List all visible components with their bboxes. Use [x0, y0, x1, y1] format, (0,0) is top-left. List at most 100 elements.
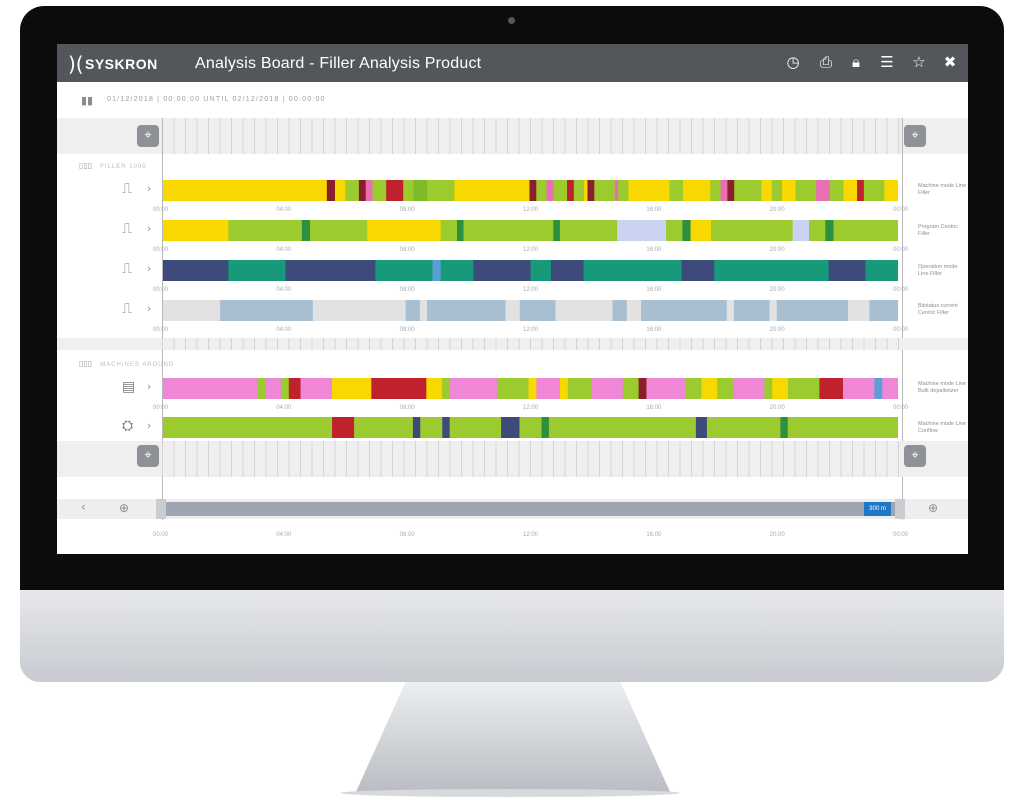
timeline-segment[interactable] — [559, 220, 618, 241]
timeline-segment[interactable] — [163, 378, 258, 399]
timeline-segment[interactable] — [787, 378, 820, 399]
timeline-segment[interactable] — [228, 260, 286, 281]
timeline-segment[interactable] — [669, 180, 684, 201]
timeline-ruler-top[interactable] — [57, 118, 968, 154]
timeline-segment[interactable] — [772, 378, 789, 399]
chevron-right-icon[interactable]: › — [147, 380, 151, 393]
chevron-right-icon[interactable]: › — [147, 222, 151, 235]
timeline-segment[interactable] — [419, 300, 428, 321]
timeline-track-operation-mode[interactable] — [163, 260, 898, 281]
timeline-segment[interactable] — [771, 180, 783, 201]
timeline-segment[interactable] — [638, 378, 647, 399]
timeline-segment[interactable] — [769, 300, 778, 321]
timeline-segment[interactable] — [701, 378, 718, 399]
timeline-segment[interactable] — [776, 300, 849, 321]
timeline-segment[interactable] — [819, 378, 844, 399]
chevron-right-icon[interactable]: › — [147, 302, 151, 315]
timeline-segment[interactable] — [536, 378, 561, 399]
chevron-right-icon[interactable]: › — [147, 419, 151, 432]
timeline-segment[interactable] — [792, 220, 810, 241]
timeline-segment[interactable] — [884, 180, 898, 201]
timeline-segment[interactable] — [530, 260, 552, 281]
timeline-track-machine-mode-filler[interactable] — [163, 180, 898, 201]
timeline-segment[interactable] — [583, 260, 682, 281]
timeline-segment[interactable] — [641, 300, 728, 321]
timeline-track-bitstatus[interactable] — [163, 300, 898, 321]
range-start-handle-bottom[interactable]: ⌖ — [137, 445, 159, 467]
timeline-segment[interactable] — [622, 378, 639, 399]
timeline-segment[interactable] — [163, 300, 221, 321]
timeline-segment[interactable] — [695, 417, 708, 438]
timeline-segment[interactable] — [548, 417, 697, 438]
timeline-segment[interactable] — [617, 220, 667, 241]
range-start-handle[interactable]: ⌖ — [137, 125, 159, 147]
timeline-segment[interactable] — [618, 180, 629, 201]
timeline-segment[interactable] — [726, 300, 735, 321]
timeline-segment[interactable] — [555, 300, 613, 321]
timeline-segment[interactable] — [497, 378, 529, 399]
zoom-in-right-button[interactable]: ⊕ — [928, 501, 938, 515]
timeline-segment[interactable] — [732, 378, 765, 399]
timeline-track-bulk-depalletizer[interactable] — [163, 378, 898, 399]
timeline-segment[interactable] — [163, 417, 333, 438]
timeline-segment[interactable] — [288, 378, 301, 399]
timeline-segment[interactable] — [612, 300, 628, 321]
timeline-segment[interactable] — [587, 180, 595, 201]
timeline-segment[interactable] — [628, 180, 670, 201]
timeline-segment[interactable] — [528, 378, 537, 399]
timeline-segment[interactable] — [457, 220, 464, 241]
chevron-right-icon[interactable]: › — [147, 262, 151, 275]
timeline-segment[interactable] — [386, 180, 404, 201]
print-icon[interactable]: ⎙ — [816, 52, 836, 72]
timeline-segment[interactable] — [685, 378, 702, 399]
timeline-segment[interactable] — [626, 300, 642, 321]
timeline-segment[interactable] — [372, 180, 387, 201]
timeline-segment[interactable] — [683, 180, 711, 201]
timeline-segment[interactable] — [371, 378, 427, 399]
timeline-segment[interactable] — [541, 417, 550, 438]
timeline-segment[interactable] — [301, 220, 311, 241]
timeline-segment[interactable] — [573, 180, 585, 201]
timeline-segment[interactable] — [163, 180, 328, 201]
timeline-segment[interactable] — [265, 378, 282, 399]
bar-chart-icon[interactable]: ▮▮ — [81, 94, 93, 107]
timeline-segment[interactable] — [720, 180, 728, 201]
timeline-segment[interactable] — [857, 180, 865, 201]
timeline-segment[interactable] — [567, 180, 575, 201]
timeline-segment[interactable] — [536, 180, 547, 201]
timeline-segment[interactable] — [354, 417, 414, 438]
chevron-right-icon[interactable]: › — [147, 182, 151, 195]
timeline-segment[interactable] — [427, 300, 506, 321]
range-end-handle-bottom[interactable]: ⌖ — [904, 445, 926, 467]
timeline-segment[interactable] — [163, 220, 229, 241]
zoom-in-left-button[interactable]: ⊕ — [119, 501, 129, 515]
timeline-segment[interactable] — [882, 378, 898, 399]
timeline-segment[interactable] — [312, 300, 407, 321]
timeline-segment[interactable] — [473, 260, 531, 281]
timeline-segment[interactable] — [220, 300, 314, 321]
timeline-segment[interactable] — [257, 378, 266, 399]
timeline-segment[interactable] — [733, 300, 770, 321]
timeline-segment[interactable] — [449, 417, 502, 438]
timeline-segment[interactable] — [440, 260, 474, 281]
timeline-segment[interactable] — [463, 220, 554, 241]
timeline-segment[interactable] — [714, 260, 829, 281]
timeline-segment[interactable] — [710, 180, 721, 201]
timeline-segment[interactable] — [829, 180, 844, 201]
timeline-segment[interactable] — [842, 378, 875, 399]
timeline-segment[interactable] — [334, 180, 346, 201]
scroll-grip-right[interactable] — [895, 499, 905, 519]
timeline-segment[interactable] — [403, 180, 414, 201]
timeline-segment[interactable] — [426, 378, 443, 399]
timeline-segment[interactable] — [863, 180, 885, 201]
timeline-segment[interactable] — [501, 417, 520, 438]
timeline-segment[interactable] — [285, 260, 376, 281]
timeline-ruler-bottom[interactable] — [57, 441, 968, 477]
timeline-segment[interactable] — [454, 180, 530, 201]
timeline-segment[interactable] — [869, 300, 898, 321]
timeline-segment[interactable] — [413, 180, 428, 201]
timeline-segment[interactable] — [553, 220, 561, 241]
menu-icon[interactable]: ☰ — [877, 52, 897, 72]
timeline-segment[interactable] — [594, 180, 616, 201]
timeline-segment[interactable] — [550, 260, 584, 281]
